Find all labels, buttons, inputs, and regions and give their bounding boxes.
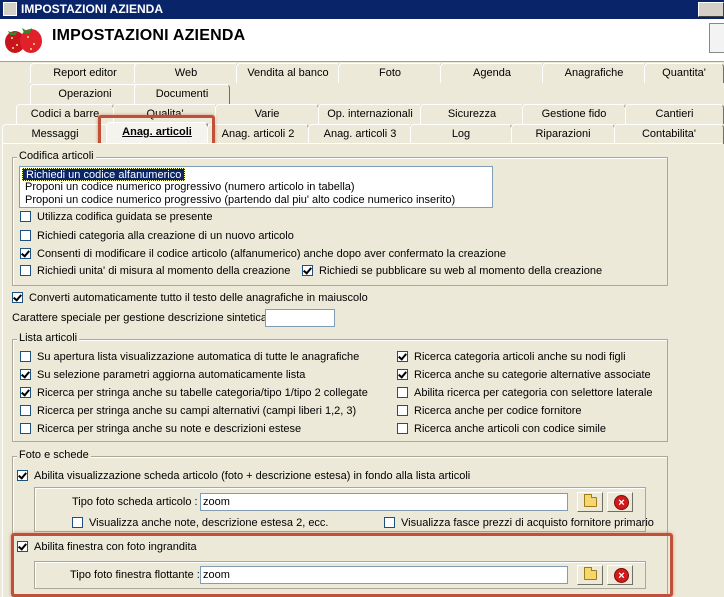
window-title: IMPOSTAZIONI AZIENDA — [21, 2, 163, 16]
tab-sicurezza[interactable]: Sicurezza — [420, 104, 524, 124]
window-titlebar: IMPOSTAZIONI AZIENDA — [0, 0, 724, 19]
page-title: IMPOSTAZIONI AZIENDA — [52, 27, 246, 44]
delete-icon: × — [614, 495, 629, 510]
checkbox-box[interactable] — [12, 292, 23, 303]
tab-riparazioni[interactable]: Riparazioni — [511, 124, 615, 144]
checkbox-box[interactable] — [20, 265, 31, 276]
checkbox-box[interactable] — [397, 405, 408, 416]
tab-contabilita[interactable]: Contabilita' — [614, 124, 724, 144]
tab-quantita[interactable]: Quantita' — [644, 63, 724, 83]
page-header: IMPOSTAZIONI AZIENDA — [0, 19, 724, 62]
tab-messaggi[interactable]: Messaggi — [2, 124, 108, 144]
checkbox-box[interactable] — [384, 517, 395, 528]
finestra-highlight — [11, 533, 673, 597]
tab-operazioni[interactable]: Operazioni — [30, 84, 140, 104]
checkbox-box[interactable] — [302, 265, 313, 276]
codifica-option-alfanumerico[interactable]: Richiedi un codice alfanumerico — [22, 168, 186, 181]
lista-articoli-title: Lista articoli — [17, 332, 80, 345]
tab-report-editor[interactable]: Report editor — [30, 63, 140, 83]
close-corner-icon[interactable] — [709, 23, 724, 53]
window-control-button[interactable] — [698, 2, 724, 17]
tab-documenti[interactable]: Documenti — [134, 84, 230, 104]
strawberry-logo-icon — [5, 28, 42, 53]
tab-agenda[interactable]: Agenda — [440, 63, 544, 83]
tab-anag-articoli-3[interactable]: Anag. articoli 3 — [308, 124, 412, 144]
checkbox-box[interactable] — [20, 405, 31, 416]
checkbox-box[interactable] — [20, 351, 31, 362]
checkbox-box[interactable] — [397, 351, 408, 362]
carattere-speciale-label: Carattere speciale per gestione descrizi… — [12, 312, 274, 324]
tab-cantieri[interactable]: Cantieri — [625, 104, 724, 124]
tab-varie[interactable]: Varie — [215, 104, 319, 124]
checkbox-box[interactable] — [72, 517, 83, 528]
checkbox-box[interactable] — [17, 470, 28, 481]
checkbox-box[interactable] — [20, 211, 31, 222]
codifica-option-numerico-piu-alto[interactable]: Proponi un codice numerico progressivo (… — [22, 194, 458, 207]
checkbox-box[interactable] — [20, 248, 31, 259]
checkbox-box[interactable] — [397, 423, 408, 434]
checkbox-box[interactable] — [397, 387, 408, 398]
app-icon — [3, 2, 17, 16]
tipo-foto-scheda-label: Tipo foto scheda articolo : — [72, 496, 198, 508]
tab-gestione-fido[interactable]: Gestione fido — [522, 104, 626, 124]
codifica-articoli-title: Codifica articoli — [17, 150, 96, 163]
tab-foto[interactable]: Foto — [338, 63, 442, 83]
codifica-option-numerico-tabella[interactable]: Proponi un codice numerico progressivo (… — [22, 181, 358, 194]
tab-log[interactable]: Log — [410, 124, 512, 144]
folder-icon — [584, 494, 597, 507]
tipo-foto-scheda-input[interactable]: zoom — [200, 493, 568, 511]
foto-schede-title: Foto e schede — [17, 449, 91, 462]
tab-vendita-al-banco[interactable]: Vendita al banco — [236, 63, 340, 83]
codifica-listbox[interactable]: Richiedi un codice alfanumerico Proponi … — [19, 166, 493, 208]
checkbox-box[interactable] — [20, 423, 31, 434]
checkbox-box[interactable] — [20, 369, 31, 380]
clear-scheda-button[interactable]: × — [607, 492, 633, 512]
tab-op-internazionali[interactable]: Op. internazionali — [318, 104, 422, 124]
checkbox-box[interactable] — [20, 387, 31, 398]
browse-scheda-button[interactable] — [577, 492, 603, 512]
tab-anagrafiche[interactable]: Anagrafiche — [542, 63, 646, 83]
tab-anag-articoli-2[interactable]: Anag. articoli 2 — [207, 124, 309, 144]
checkbox-box[interactable] — [397, 369, 408, 380]
carattere-speciale-input[interactable] — [265, 309, 335, 327]
tab-web[interactable]: Web — [134, 63, 238, 83]
checkbox-box[interactable] — [20, 230, 31, 241]
